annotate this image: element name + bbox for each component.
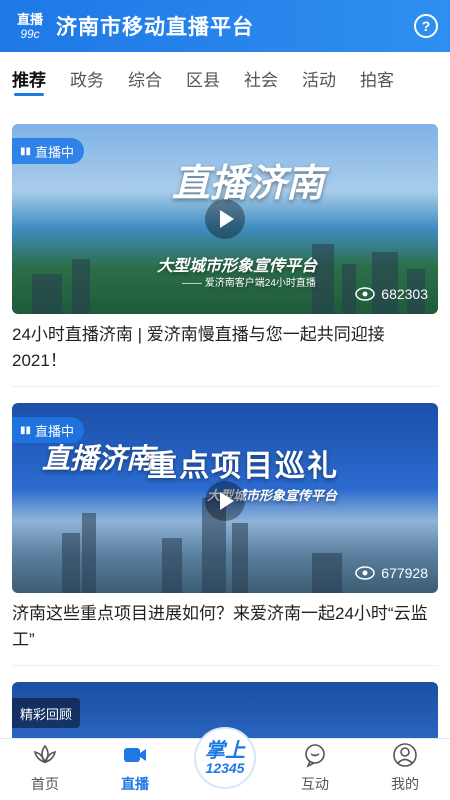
chat-bubble-icon xyxy=(305,744,325,768)
logo-text: 直播 xyxy=(16,11,43,27)
help-button[interactable]: ? xyxy=(414,14,438,38)
replay-badge: 精彩回顾 xyxy=(12,698,81,728)
live-badge-label: 直播中 xyxy=(35,423,75,439)
view-count: 682303 xyxy=(355,286,428,302)
page-title: 济南市移动直播平台 xyxy=(56,16,254,39)
view-count: 677928 xyxy=(355,565,428,581)
video-camera-icon xyxy=(124,748,146,762)
center-logo-number: 12345 xyxy=(205,760,245,776)
tab-government[interactable]: 政务 xyxy=(58,52,116,104)
bottom-navigation: 首页 直播 掌上 12345 互动 我的 xyxy=(0,727,450,800)
thumbnail-brand-text: 直播济南 xyxy=(172,163,325,205)
nav-home-label: 首页 xyxy=(31,776,59,792)
city-skyline xyxy=(12,498,438,593)
thumbnail-headline: 重点项目巡礼 xyxy=(147,450,339,483)
eye-icon xyxy=(355,566,376,580)
help-icon: ? xyxy=(421,18,431,34)
divider xyxy=(12,665,438,666)
nav-live-label: 直播 xyxy=(121,776,149,792)
play-button[interactable] xyxy=(205,481,245,521)
nav-interact-label: 互动 xyxy=(301,776,329,792)
nav-profile-label: 我的 xyxy=(391,776,419,792)
thumbnail-subline: —— 爱济南客户端24小时直播 xyxy=(182,278,316,289)
live-card[interactable]: ▮▮ 直播中 直播济南 大型城市形象宣传平台 —— 爱济南客户端24小时直播 6… xyxy=(12,124,438,387)
tab-general[interactable]: 综合 xyxy=(116,52,174,104)
user-icon xyxy=(393,743,417,767)
nav-home[interactable]: 首页 xyxy=(0,739,90,800)
tab-recommend[interactable]: 推荐 xyxy=(0,52,58,104)
logo-subtext: 99c xyxy=(20,26,40,41)
nav-live[interactable]: 直播 xyxy=(90,739,180,800)
nav-center[interactable]: 掌上 12345 xyxy=(180,727,270,800)
tab-reporters[interactable]: 拍客 xyxy=(348,52,406,104)
live-badge-label: 直播中 xyxy=(35,144,75,160)
play-button[interactable] xyxy=(205,199,245,239)
video-thumbnail[interactable]: ▮▮ 直播中 直播济南 大型城市形象宣传平台 —— 爱济南客户端24小时直播 6… xyxy=(12,124,438,314)
divider xyxy=(12,386,438,387)
live-card[interactable]: ▮▮ 直播中 直播济南 重点项目巡礼 大型城市形象宣传平台 677928 济南这… xyxy=(12,403,438,666)
thumbnail-tagline: 大型城市形象宣传平台 xyxy=(157,258,318,275)
hotline-12345-logo[interactable]: 掌上 12345 xyxy=(194,727,256,789)
tab-society[interactable]: 社会 xyxy=(232,52,290,104)
view-count-value: 677928 xyxy=(381,565,428,581)
live-status-badge: ▮▮ 直播中 xyxy=(12,417,85,443)
card-title[interactable]: 24小时直播济南 | 爱济南慢直播与您一起共同迎接2021！ xyxy=(12,322,438,374)
app-header: 直播 99c 济南市移动直播平台 ? xyxy=(0,0,450,52)
thumbnail-brand-text: 直播济南 xyxy=(42,443,155,474)
card-title[interactable]: 济南这些重点项目进展如何？来爱济南一起24小时“云监工” xyxy=(12,601,438,653)
nav-interact[interactable]: 互动 xyxy=(270,739,360,800)
live-feed: ▮▮ 直播中 直播济南 大型城市形象宣传平台 —— 爱济南客户端24小时直播 6… xyxy=(0,104,450,738)
lotus-icon xyxy=(33,744,57,764)
video-thumbnail[interactable]: ▮▮ 直播中 直播济南 重点项目巡礼 大型城市形象宣传平台 677928 xyxy=(12,403,438,593)
app-logo: 直播 99c xyxy=(12,8,48,44)
live-bars-icon: ▮▮ xyxy=(20,424,32,436)
tab-districts[interactable]: 区县 xyxy=(174,52,232,104)
nav-profile[interactable]: 我的 xyxy=(360,739,450,800)
eye-icon xyxy=(355,287,376,301)
center-logo-text: 掌上 xyxy=(205,740,245,762)
tab-events[interactable]: 活动 xyxy=(290,52,348,104)
view-count-value: 682303 xyxy=(381,286,428,302)
live-bars-icon: ▮▮ xyxy=(20,145,32,157)
live-status-badge: ▮▮ 直播中 xyxy=(12,138,85,164)
category-tabs: 推荐 政务 综合 区县 社会 活动 拍客 xyxy=(0,52,450,104)
